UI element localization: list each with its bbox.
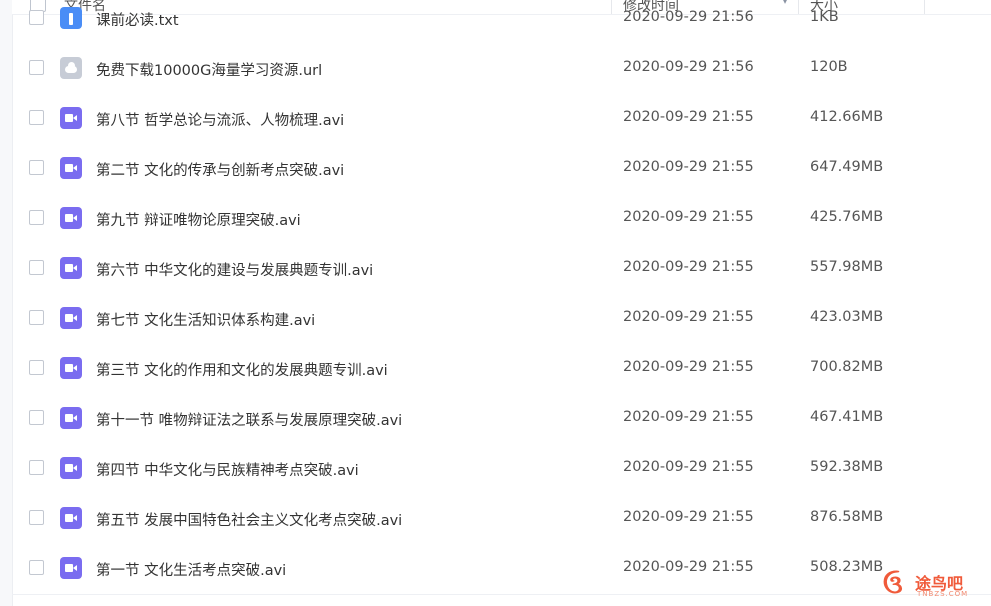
row-checkbox[interactable] (29, 410, 44, 425)
file-modified-time: 2020-09-29 21:55 (623, 209, 754, 225)
file-size: 700.82MB (810, 359, 884, 375)
file-size: 412.66MB (810, 109, 884, 125)
file-row[interactable]: 课前必读.txt 2020-09-29 21:56 1KB (12, 0, 991, 43)
file-name[interactable]: 第十一节 唯物辩证法之联系与发展原理突破.avi (96, 409, 402, 430)
file-size: 876.58MB (810, 509, 884, 525)
row-checkbox[interactable] (29, 10, 44, 25)
video-file-icon (60, 107, 82, 129)
file-row[interactable]: 第六节 中华文化的建设与发展典题专训.avi 2020-09-29 21:55 55… (12, 243, 991, 293)
file-modified-time: 2020-09-29 21:56 (623, 59, 754, 75)
file-size: 425.76MB (810, 209, 884, 225)
row-checkbox[interactable] (29, 560, 44, 575)
file-modified-time: 2020-09-29 21:55 (623, 259, 754, 275)
video-file-icon (60, 257, 82, 279)
file-row[interactable]: 第八节 哲学总论与流派、人物梳理.avi 2020-09-29 21:55 412.… (12, 93, 991, 143)
video-file-icon (60, 207, 82, 229)
file-row[interactable]: 第三节 文化的作用和文化的发展典题专训.avi 2020-09-29 21:55 7… (12, 343, 991, 393)
file-modified-time: 2020-09-29 21:56 (623, 9, 754, 25)
video-file-icon (60, 357, 82, 379)
row-checkbox[interactable] (29, 360, 44, 375)
row-checkbox[interactable] (29, 60, 44, 75)
list-bottom-divider (12, 594, 991, 595)
file-name[interactable]: 第三节 文化的作用和文化的发展典题专训.avi (96, 359, 388, 380)
file-size: 557.98MB (810, 259, 884, 275)
file-name[interactable]: 第五节 发展中国特色社会主义文化考点突破.avi (96, 509, 402, 530)
file-name[interactable]: 第四节 中华文化与民族精神考点突破.avi (96, 459, 359, 480)
text-file-icon (60, 7, 82, 29)
file-row[interactable]: 第一节 文化生活考点突破.avi 2020-09-29 21:55 508.23MB (12, 543, 991, 593)
file-name[interactable]: 第九节 辩证唯物论原理突破.avi (96, 209, 301, 230)
file-modified-time: 2020-09-29 21:55 (623, 559, 754, 575)
file-size: 120B (810, 59, 848, 75)
row-checkbox[interactable] (29, 460, 44, 475)
watermark-swoosh-icon: ઉ (883, 570, 903, 600)
file-size: 1KB (810, 9, 839, 25)
video-file-icon (60, 457, 82, 479)
file-size: 508.23MB (810, 559, 884, 575)
video-file-icon (60, 557, 82, 579)
file-modified-time: 2020-09-29 21:55 (623, 109, 754, 125)
file-row[interactable]: 第五节 发展中国特色社会主义文化考点突破.avi 2020-09-29 21:55… (12, 493, 991, 543)
file-modified-time: 2020-09-29 21:55 (623, 509, 754, 525)
video-file-icon (60, 307, 82, 329)
file-modified-time: 2020-09-29 21:55 (623, 309, 754, 325)
file-name[interactable]: 第二节 文化的传承与创新考点突破.avi (96, 159, 344, 180)
file-name[interactable]: 第六节 中华文化的建设与发展典题专训.avi (96, 259, 373, 280)
watermark-subtext: TNBZS.COM (917, 590, 969, 598)
video-file-icon (60, 507, 82, 529)
watermark-logo: ઉ 途鸟吧 TNBZS.COM (883, 568, 983, 602)
row-checkbox[interactable] (29, 160, 44, 175)
file-row[interactable]: 第九节 辩证唯物论原理突破.avi 2020-09-29 21:55 425.76M… (12, 193, 991, 243)
video-file-icon (60, 157, 82, 179)
file-name[interactable]: 课前必读.txt (96, 9, 179, 30)
video-file-icon (60, 407, 82, 429)
row-checkbox[interactable] (29, 110, 44, 125)
file-row[interactable]: 第二节 文化的传承与创新考点突破.avi 2020-09-29 21:55 647.… (12, 143, 991, 193)
file-modified-time: 2020-09-29 21:55 (623, 409, 754, 425)
row-checkbox[interactable] (29, 210, 44, 225)
link-file-icon (60, 57, 82, 79)
row-checkbox[interactable] (29, 310, 44, 325)
file-row[interactable]: 第十一节 唯物辩证法之联系与发展原理突破.avi 2020-09-29 21:55… (12, 393, 991, 443)
file-row[interactable]: 免费下载10000G海量学习资源.url 2020-09-29 21:56 120B (12, 43, 991, 93)
file-modified-time: 2020-09-29 21:55 (623, 459, 754, 475)
file-size: 423.03MB (810, 309, 884, 325)
file-name[interactable]: 免费下载10000G海量学习资源.url (96, 59, 322, 80)
file-row[interactable]: 第四节 中华文化与民族精神考点突破.avi 2020-09-29 21:55 592… (12, 443, 991, 493)
file-name[interactable]: 第一节 文化生活考点突破.avi (96, 559, 286, 580)
file-size: 592.38MB (810, 459, 884, 475)
file-size: 467.41MB (810, 409, 884, 425)
row-checkbox[interactable] (29, 260, 44, 275)
file-name[interactable]: 第七节 文化生活知识体系构建.avi (96, 309, 315, 330)
file-name[interactable]: 第八节 哲学总论与流派、人物梳理.avi (96, 109, 344, 130)
file-modified-time: 2020-09-29 21:55 (623, 159, 754, 175)
row-checkbox[interactable] (29, 510, 44, 525)
file-row[interactable]: 第七节 文化生活知识体系构建.avi 2020-09-29 21:55 423.03… (12, 293, 991, 343)
file-modified-time: 2020-09-29 21:55 (623, 359, 754, 375)
file-size: 647.49MB (810, 159, 884, 175)
